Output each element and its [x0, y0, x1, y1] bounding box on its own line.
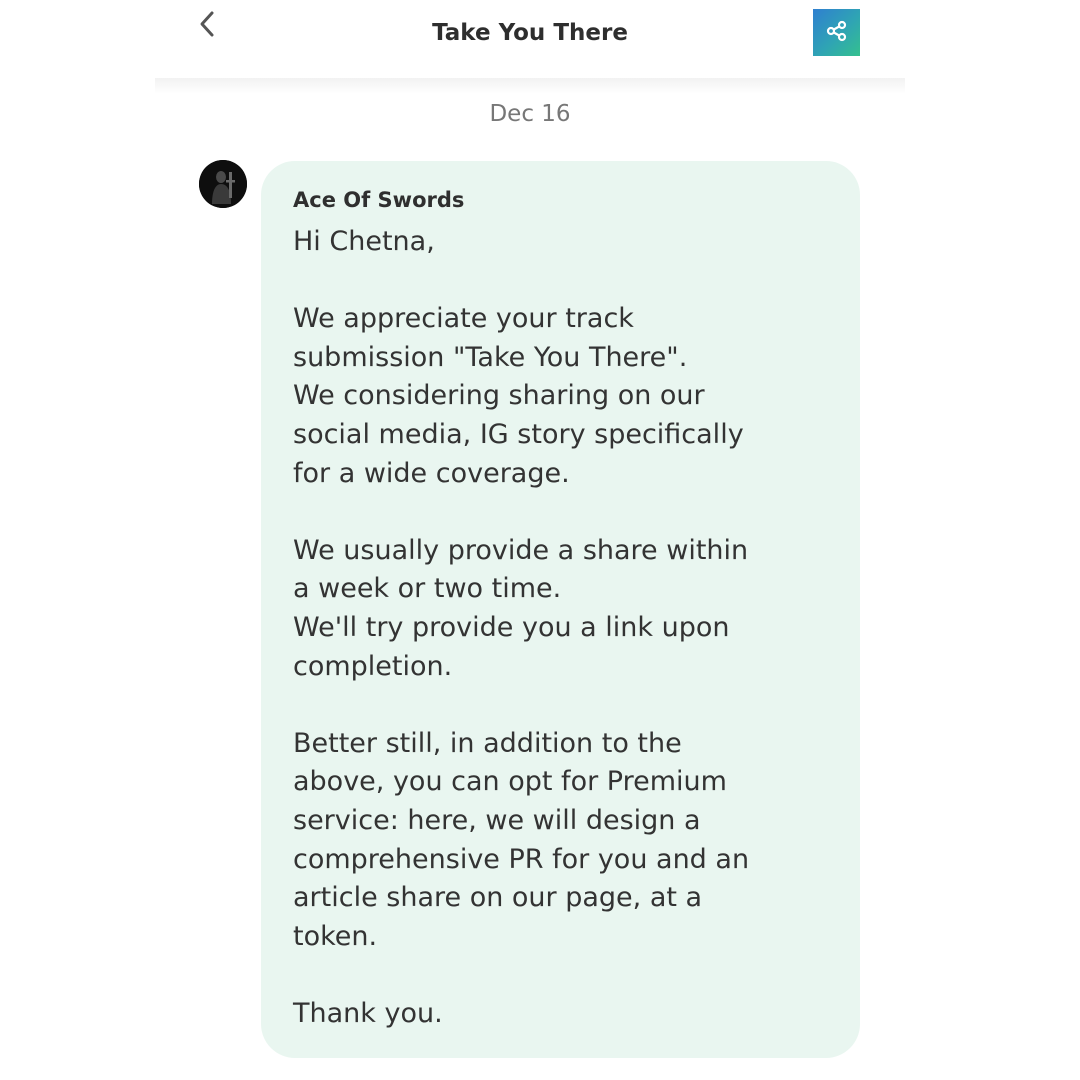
share-icon — [826, 20, 848, 46]
message-paragraph: Hi Chetna, — [293, 226, 435, 257]
share-button[interactable] — [813, 9, 860, 56]
chevron-left-icon — [198, 9, 216, 43]
back-button[interactable] — [192, 8, 222, 44]
message-date: Dec 16 — [489, 101, 571, 127]
avatar-image — [199, 160, 247, 208]
top-bar-shadow — [155, 78, 905, 94]
avatar[interactable] — [199, 160, 247, 208]
sender-name: Ace Of Swords — [293, 188, 465, 212]
message-paragraph: Better still, in addition to the above, … — [293, 727, 750, 952]
message-paragraph: We usually provide a share within a week… — [293, 534, 749, 682]
message-body: Hi Chetna, We appreciate your track subm… — [293, 223, 838, 1033]
message-paragraph: Thank you. — [293, 997, 443, 1029]
message-paragraph: We appreciate your track submission "Tak… — [293, 303, 744, 489]
page-title: Take You There — [432, 20, 628, 46]
